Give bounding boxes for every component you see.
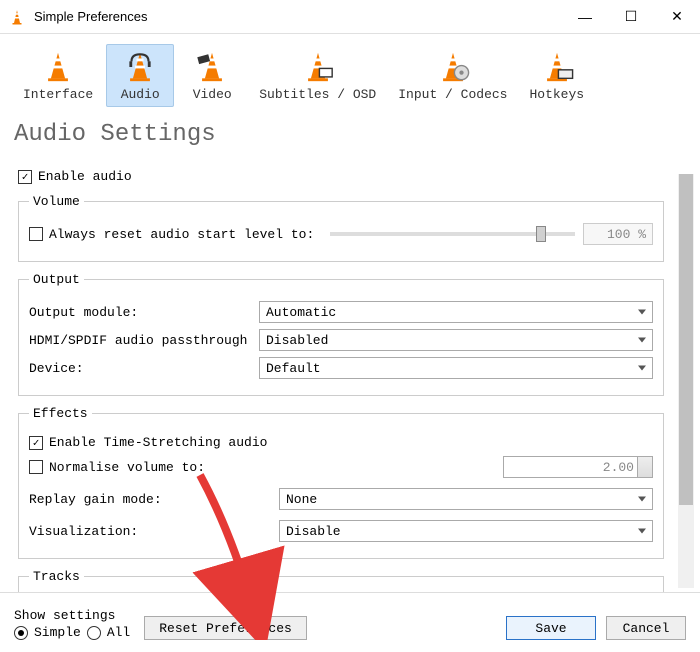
tab-label: Hotkeys <box>529 87 584 102</box>
page-title: Audio Settings <box>0 113 700 162</box>
start-level-value: 100 % <box>583 223 653 245</box>
output-legend: Output <box>29 272 84 287</box>
show-settings-group: Show settings Simple All <box>14 608 130 640</box>
enable-audio-label: Enable audio <box>38 169 132 184</box>
titlebar: Simple Preferences — ☐ ✕ <box>0 0 700 34</box>
cancel-button[interactable]: Cancel <box>606 616 686 640</box>
volume-legend: Volume <box>29 194 84 209</box>
vertical-scrollbar[interactable] <box>678 174 694 588</box>
tab-label: Interface <box>23 87 93 102</box>
tab-hotkeys[interactable]: Hotkeys <box>520 44 593 107</box>
tab-label: Subtitles / OSD <box>259 87 376 102</box>
tab-video[interactable]: Video <box>178 44 246 107</box>
effects-legend: Effects <box>29 406 92 421</box>
window-title: Simple Preferences <box>34 9 562 24</box>
effects-group: Effects Enable Time-Stretching audio Nor… <box>18 406 664 559</box>
normalise-label: Normalise volume to: <box>49 460 271 475</box>
cone-clapper-icon <box>194 49 230 85</box>
enable-audio-row: Enable audio <box>18 169 686 184</box>
replay-label: Replay gain mode: <box>29 492 279 507</box>
volume-group: Volume Always reset audio start level to… <box>18 194 664 262</box>
cone-icon <box>40 49 76 85</box>
normalise-checkbox[interactable] <box>29 460 43 474</box>
vlc-cone-icon <box>8 8 26 26</box>
settings-scroll-area: Enable audio Volume Always reset audio s… <box>0 165 700 597</box>
passthrough-select[interactable]: Disabled <box>259 329 653 351</box>
output-group: Output Output module: Automatic HDMI/SPD… <box>18 272 664 396</box>
tab-audio[interactable]: Audio <box>106 44 174 107</box>
minimize-button[interactable]: — <box>562 0 608 34</box>
device-label: Device: <box>29 361 259 376</box>
save-button[interactable]: Save <box>506 616 596 640</box>
reset-level-checkbox[interactable] <box>29 227 43 241</box>
device-select[interactable]: Default <box>259 357 653 379</box>
tab-label: Audio <box>121 87 160 102</box>
cone-headphones-icon <box>122 49 158 85</box>
timestretch-checkbox[interactable] <box>29 436 43 450</box>
radio-all[interactable] <box>87 626 101 640</box>
tab-input-codecs[interactable]: Input / Codecs <box>389 44 516 107</box>
output-module-label: Output module: <box>29 305 259 320</box>
tab-interface[interactable]: Interface <box>14 44 102 107</box>
visualization-select[interactable]: Disable <box>279 520 653 542</box>
radio-simple[interactable] <box>14 626 28 640</box>
cone-subtitles-icon <box>300 49 336 85</box>
radio-simple-label: Simple <box>34 625 81 640</box>
tab-label: Input / Codecs <box>398 87 507 102</box>
maximize-button[interactable]: ☐ <box>608 0 654 34</box>
start-level-slider[interactable] <box>330 232 575 236</box>
replay-gain-select[interactable]: None <box>279 488 653 510</box>
cone-keyboard-icon <box>539 49 575 85</box>
passthrough-label: HDMI/SPDIF audio passthrough <box>29 333 259 348</box>
viz-label: Visualization: <box>29 524 279 539</box>
close-button[interactable]: ✕ <box>654 0 700 34</box>
cone-disc-icon <box>435 49 471 85</box>
reset-level-label: Always reset audio start level to: <box>49 227 314 242</box>
bottom-bar: Show settings Simple All Reset Preferenc… <box>0 592 700 652</box>
enable-audio-checkbox[interactable] <box>18 170 32 184</box>
output-module-select[interactable]: Automatic <box>259 301 653 323</box>
radio-all-label: All <box>107 625 130 640</box>
show-settings-caption: Show settings <box>14 608 130 623</box>
category-tabs: Interface Audio Video Subtitles / OSD In… <box>0 34 700 113</box>
tracks-legend: Tracks <box>29 569 84 584</box>
normalise-spinbox[interactable]: 2.00 <box>503 456 653 478</box>
tab-subtitles[interactable]: Subtitles / OSD <box>250 44 385 107</box>
tab-label: Video <box>193 87 232 102</box>
timestretch-label: Enable Time-Stretching audio <box>49 435 653 450</box>
reset-preferences-button[interactable]: Reset Preferences <box>144 616 307 640</box>
